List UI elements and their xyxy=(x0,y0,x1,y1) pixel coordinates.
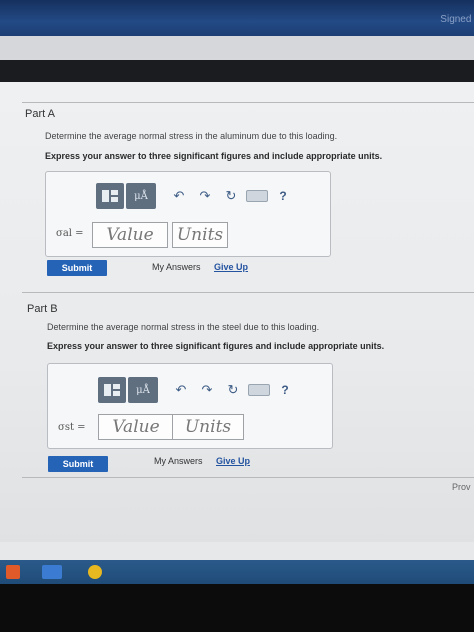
part-b-instruction: Express your answer to three significant… xyxy=(47,341,385,351)
part-a-value-input[interactable]: Value xyxy=(92,222,168,248)
part-a-answer-box: μÅ ↶ ↷ ↻ ? σal = Value Units xyxy=(45,171,331,257)
divider xyxy=(22,477,474,478)
part-b-value-input[interactable]: Value xyxy=(98,414,174,440)
site-header: Signed in xyxy=(0,0,474,36)
reset-icon[interactable]: ↻ xyxy=(220,380,246,400)
redo-icon[interactable]: ↷ xyxy=(194,380,220,400)
part-b-submit-button[interactable]: Submit xyxy=(48,456,108,472)
provide-feedback-link[interactable]: Prov xyxy=(452,482,471,492)
keyboard-icon[interactable] xyxy=(246,380,272,400)
templates-button[interactable] xyxy=(98,377,126,403)
signed-in-label[interactable]: Signed in xyxy=(440,14,474,25)
taskbar xyxy=(0,560,474,584)
part-b-units-input[interactable]: Units xyxy=(172,414,244,440)
redo-icon[interactable]: ↷ xyxy=(192,186,218,206)
divider xyxy=(22,292,474,293)
divider xyxy=(22,102,474,103)
undo-icon[interactable]: ↶ xyxy=(166,186,192,206)
part-b-give-up-link[interactable]: Give Up xyxy=(216,456,250,466)
part-a-instruction: Express your answer to three significant… xyxy=(45,151,383,161)
reset-icon[interactable]: ↻ xyxy=(218,186,244,206)
mu-icon: μÅ xyxy=(134,190,148,202)
templates-icon xyxy=(102,190,118,202)
mu-icon: μÅ xyxy=(136,384,150,396)
part-a-give-up-link[interactable]: Give Up xyxy=(214,262,248,272)
chrome-icon[interactable] xyxy=(88,565,102,579)
templates-icon xyxy=(104,384,120,396)
part-a-my-answers-link[interactable]: My Answers xyxy=(152,262,201,272)
part-a-question: Determine the average normal stress in t… xyxy=(45,131,338,141)
part-a-title[interactable]: Part A xyxy=(25,108,55,120)
word-icon[interactable] xyxy=(42,565,62,579)
part-b-title[interactable]: Part B xyxy=(27,303,58,315)
header-strip xyxy=(0,36,474,60)
browser-screen: Signed in Part A Determine the average n… xyxy=(0,0,474,560)
undo-icon[interactable]: ↶ xyxy=(168,380,194,400)
app-icon[interactable] xyxy=(6,565,20,579)
part-a-symbol: σal = xyxy=(56,228,84,239)
part-a-toolbar: μÅ ↶ ↷ ↻ ? xyxy=(96,182,296,210)
part-b-symbol: σst = xyxy=(58,422,86,433)
part-a-units-input[interactable]: Units xyxy=(172,222,228,248)
part-b-answer-box: μÅ ↶ ↷ ↻ ? σst = Value Units xyxy=(47,363,333,449)
keyboard-icon[interactable] xyxy=(244,186,270,206)
content-panel: Part A Determine the average normal stre… xyxy=(0,82,474,542)
dark-band xyxy=(0,60,474,82)
templates-button[interactable] xyxy=(96,183,124,209)
units-symbol-button[interactable]: μÅ xyxy=(126,183,156,209)
help-icon[interactable]: ? xyxy=(270,186,296,206)
help-icon[interactable]: ? xyxy=(272,380,298,400)
part-b-question: Determine the average normal stress in t… xyxy=(47,322,320,332)
units-symbol-button[interactable]: μÅ xyxy=(128,377,158,403)
part-b-toolbar: μÅ ↶ ↷ ↻ ? xyxy=(98,376,298,404)
part-b-my-answers-link[interactable]: My Answers xyxy=(154,456,203,466)
monitor-bezel xyxy=(0,584,474,632)
part-a-submit-button[interactable]: Submit xyxy=(47,260,107,276)
